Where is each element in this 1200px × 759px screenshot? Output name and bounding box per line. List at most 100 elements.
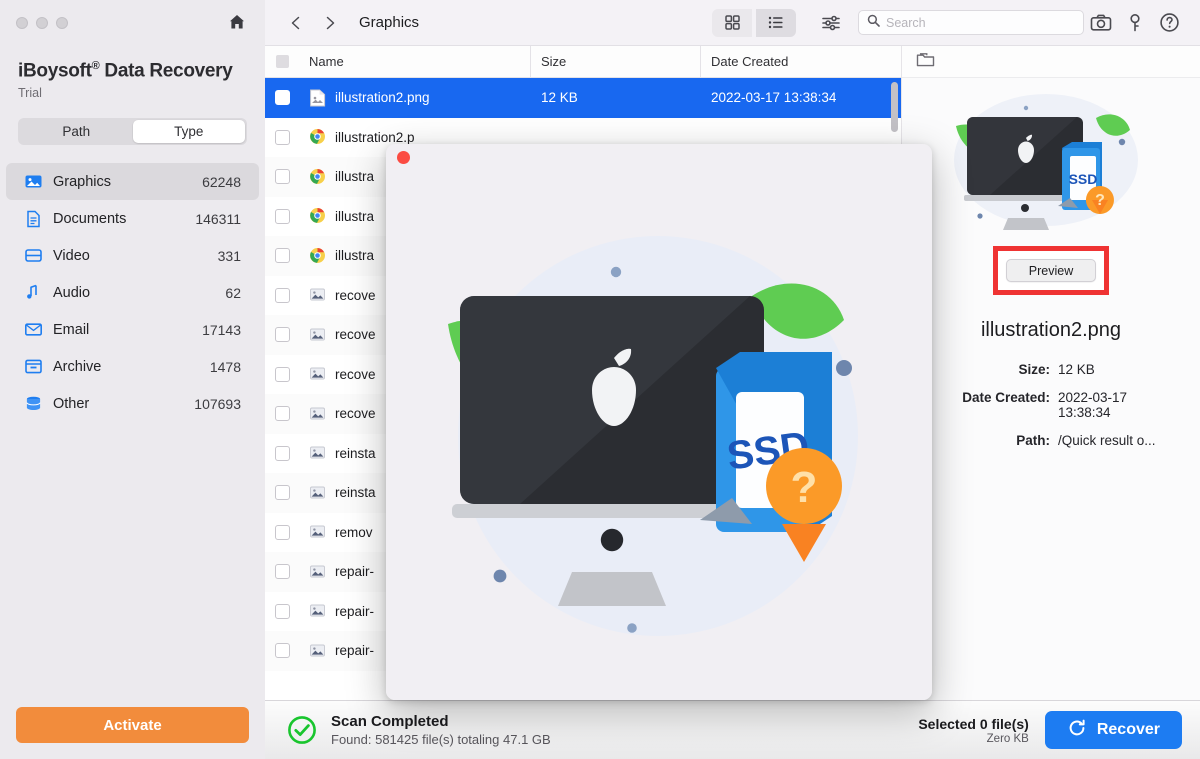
file-name-cell: illustration2.png [299, 89, 531, 107]
preview-filename: illustration2.png [981, 319, 1121, 342]
close-window-button[interactable] [16, 17, 28, 29]
activate-button[interactable]: Activate [16, 707, 249, 743]
metadata-row-date-created: Date Created: 2022-03-17 13:38:34 [920, 390, 1182, 420]
sidebar-item-other[interactable]: Other 107693 [6, 385, 259, 422]
view-toggle[interactable] [712, 9, 796, 37]
row-checkbox[interactable] [265, 209, 299, 224]
column-header-size[interactable]: Size [531, 46, 701, 77]
key-icon[interactable] [1118, 8, 1152, 38]
back-button[interactable] [283, 10, 309, 36]
file-name-text: repair- [335, 564, 374, 579]
checkbox [275, 525, 290, 540]
file-name-text: reinsta [335, 485, 376, 500]
search-input[interactable] [886, 16, 1075, 30]
help-circle-icon[interactable] [1152, 8, 1186, 38]
row-checkbox[interactable] [265, 485, 299, 500]
preview-panel: SSD ? Preview illustration2.png Size: 12… [902, 46, 1200, 700]
category-list: Graphics 62248 Documents 146311 Video 33… [0, 163, 265, 422]
row-checkbox[interactable] [265, 604, 299, 619]
metadata-value: 12 KB [1058, 362, 1182, 377]
table-row[interactable]: illustration2.png 12 KB 2022-03-17 13:38… [265, 78, 901, 118]
sidebar-item-count: 146311 [195, 211, 241, 227]
grid-view-icon[interactable] [712, 9, 752, 37]
preview-button[interactable]: Preview [1006, 259, 1096, 282]
svg-text:?: ? [791, 463, 818, 512]
archive-box-icon [24, 357, 43, 376]
preview-button-highlight: Preview [993, 246, 1109, 295]
minimize-window-button[interactable] [36, 17, 48, 29]
image-file-icon [309, 444, 326, 462]
checkbox [275, 406, 290, 421]
recover-button[interactable]: Recover [1045, 711, 1182, 749]
sidebar-item-video[interactable]: Video 331 [6, 237, 259, 274]
sidebar: iBoysoft® Data Recovery Trial Path Type … [0, 0, 265, 759]
modal-titlebar [386, 144, 932, 170]
database-icon [24, 394, 43, 413]
row-checkbox[interactable] [265, 406, 299, 421]
path-type-segmented-control[interactable]: Path Type [18, 118, 247, 145]
row-checkbox[interactable] [265, 525, 299, 540]
maximize-window-button[interactable] [56, 17, 68, 29]
status-right: Selected 0 file(s) Zero KB Recover [918, 711, 1182, 749]
camera-icon[interactable] [1084, 8, 1118, 38]
search-icon [867, 14, 880, 32]
image-file-icon [309, 326, 326, 344]
sidebar-item-documents[interactable]: Documents 146311 [6, 200, 259, 237]
sidebar-item-audio[interactable]: Audio 62 [6, 274, 259, 311]
forward-button[interactable] [317, 10, 343, 36]
home-icon[interactable] [226, 11, 248, 33]
status-bar: Scan Completed Found: 581425 file(s) tot… [265, 700, 1200, 759]
list-view-icon[interactable] [756, 9, 796, 37]
sliders-icon[interactable] [818, 10, 844, 36]
file-name-text: reinsta [335, 446, 376, 461]
row-checkbox[interactable] [265, 446, 299, 461]
row-checkbox[interactable] [265, 130, 299, 145]
folder-icon[interactable] [916, 51, 935, 73]
selection-summary: Selected 0 file(s) Zero KB [918, 716, 1029, 745]
checkbox-square [276, 55, 289, 68]
envelope-icon [24, 320, 43, 339]
file-name-text: recove [335, 327, 376, 342]
window-controls[interactable] [16, 17, 68, 29]
breadcrumb: Graphics [359, 14, 419, 31]
checkbox [275, 209, 290, 224]
image-preview-modal: SSD ? [386, 144, 932, 700]
sidebar-item-archive[interactable]: Archive 1478 [6, 348, 259, 385]
image-file-icon [309, 602, 326, 620]
sidebar-item-label: Other [53, 396, 184, 412]
metadata-value: /Quick result o... [1058, 433, 1182, 448]
segment-path[interactable]: Path [20, 120, 133, 143]
image-file-icon [309, 642, 326, 660]
scrollbar-thumb[interactable] [891, 82, 898, 132]
sidebar-item-count: 331 [218, 248, 241, 264]
sidebar-item-label: Audio [53, 285, 215, 301]
row-checkbox[interactable] [265, 169, 299, 184]
preview-thumbnail: SSD ? [934, 88, 1169, 238]
sidebar-item-email[interactable]: Email 17143 [6, 311, 259, 348]
svg-text:?: ? [1095, 192, 1105, 209]
close-icon[interactable] [397, 151, 410, 164]
row-checkbox[interactable] [265, 288, 299, 303]
row-checkbox[interactable] [265, 90, 299, 105]
video-icon [24, 246, 43, 265]
row-checkbox[interactable] [265, 367, 299, 382]
app-window: iBoysoft® Data Recovery Trial Path Type … [0, 0, 1200, 759]
sidebar-titlebar [0, 0, 265, 46]
row-checkbox[interactable] [265, 327, 299, 342]
checkbox [275, 643, 290, 658]
row-checkbox[interactable] [265, 564, 299, 579]
segment-type[interactable]: Type [133, 120, 246, 143]
metadata-value: 2022-03-17 13:38:34 [1058, 390, 1182, 420]
select-all-checkbox[interactable] [265, 55, 299, 68]
file-name-text: repair- [335, 643, 374, 658]
image-file-icon [309, 563, 326, 581]
column-header-date-created[interactable]: Date Created [701, 46, 901, 77]
row-checkbox[interactable] [265, 643, 299, 658]
sidebar-item-count: 107693 [194, 396, 241, 412]
sidebar-item-count: 1478 [210, 359, 241, 375]
checkbox [275, 564, 290, 579]
sidebar-item-graphics[interactable]: Graphics 62248 [6, 163, 259, 200]
row-checkbox[interactable] [265, 248, 299, 263]
column-header-name[interactable]: Name [299, 46, 531, 77]
search-box[interactable] [858, 10, 1084, 35]
